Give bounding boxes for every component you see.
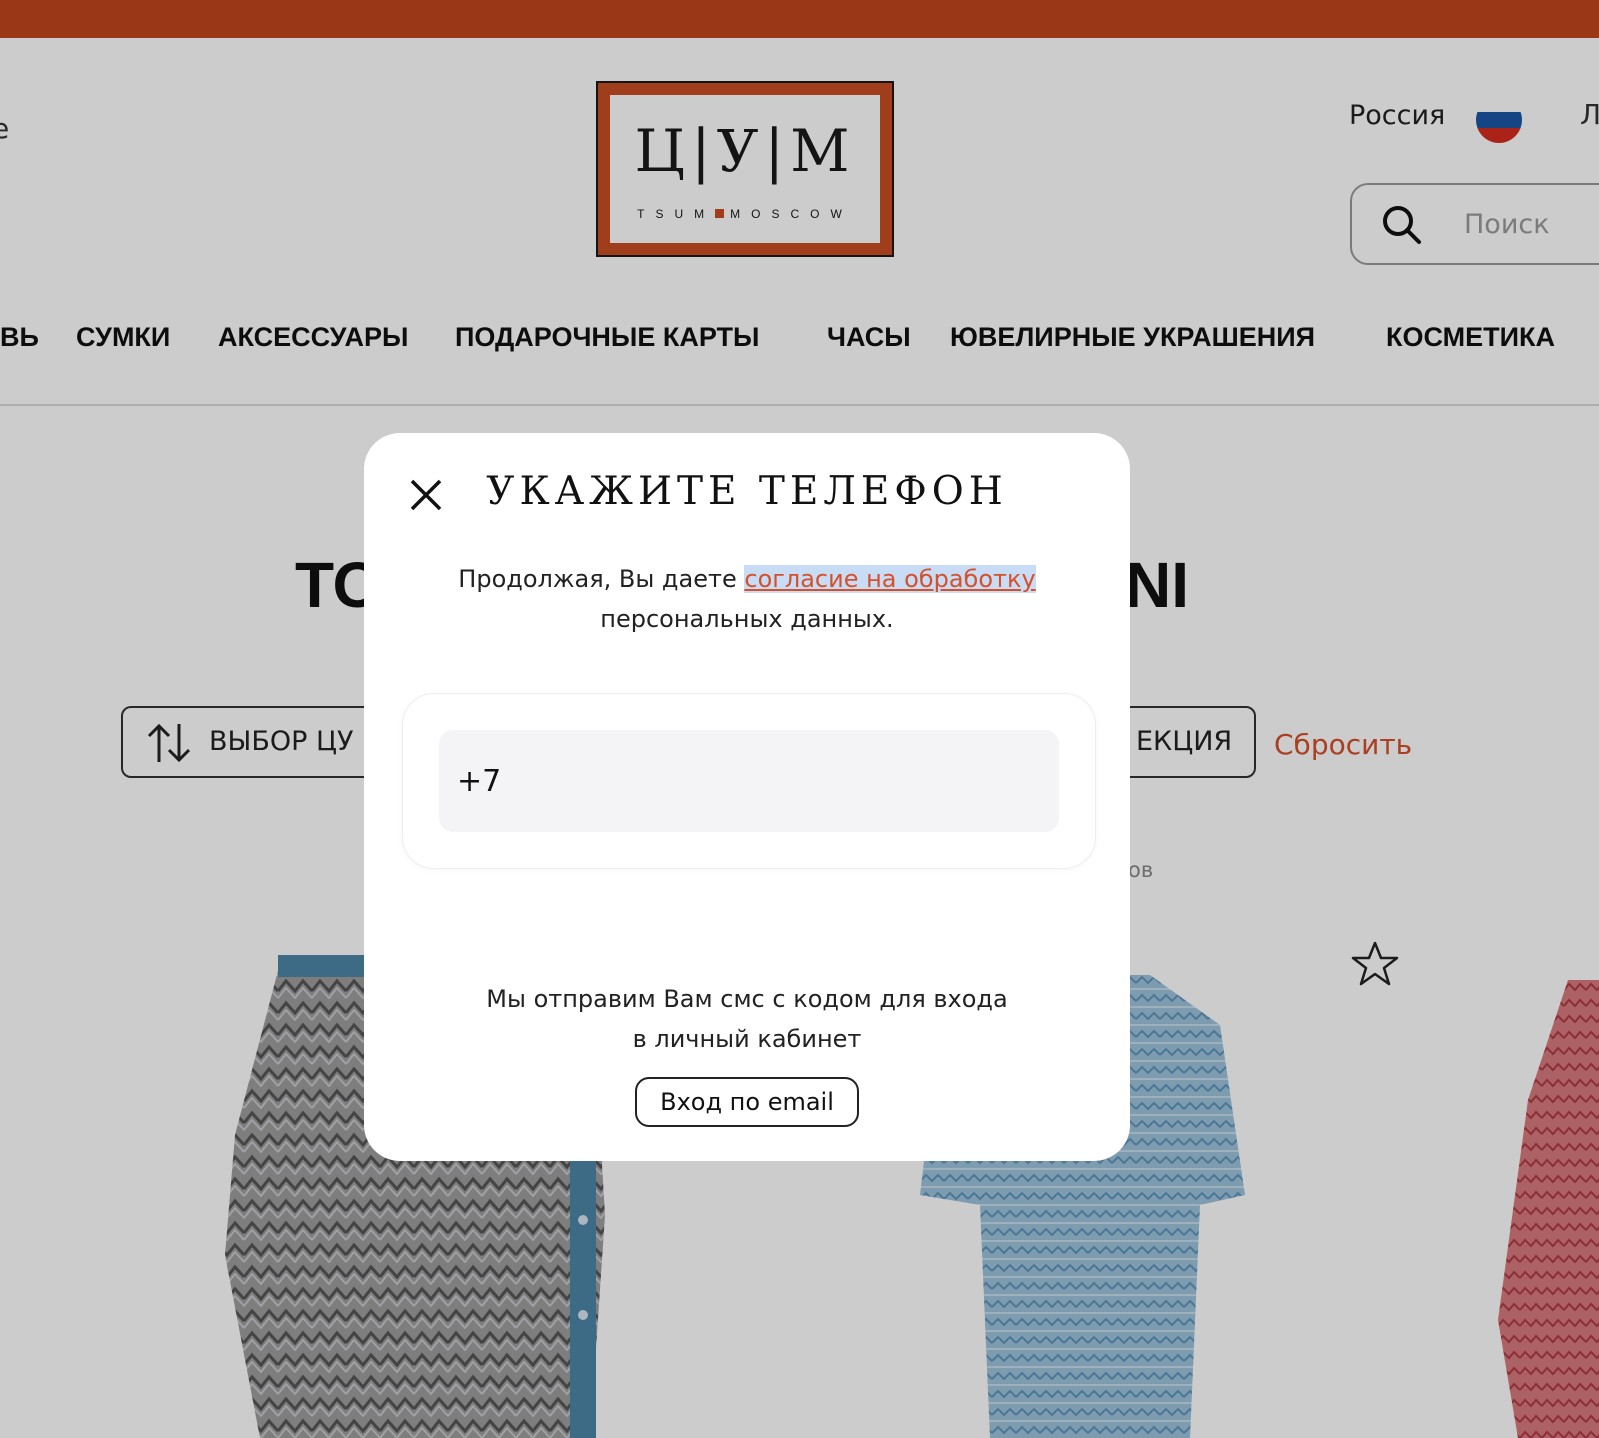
modal-title: УКАЖИТЕ ТЕЛЕФОН	[486, 469, 1008, 514]
consent-suffix: персональных данных.	[600, 605, 894, 633]
sms-info-line1: Мы отправим Вам смс с кодом для входа	[486, 985, 1008, 1013]
phone-login-modal: УКАЖИТЕ ТЕЛЕФОН Продолжая, Вы даете согл…	[364, 433, 1130, 1161]
sms-info-line2: в личный кабинет	[632, 1025, 862, 1053]
email-login-button[interactable]: Вход по email	[635, 1077, 859, 1127]
sms-info-text: Мы отправим Вам смс с кодом для входа в …	[424, 979, 1070, 1059]
page: е Ц|У|М TSUMMOSCOW Россия Л ВЬ СУМКИ АКС…	[0, 0, 1599, 1438]
consent-text: Продолжая, Вы даете согласие на обработк…	[424, 559, 1070, 639]
phone-input[interactable]	[439, 730, 1059, 832]
consent-prefix: Продолжая, Вы даете	[458, 565, 745, 593]
phone-card	[402, 693, 1096, 869]
consent-link[interactable]: согласие на обработку	[744, 565, 1036, 593]
